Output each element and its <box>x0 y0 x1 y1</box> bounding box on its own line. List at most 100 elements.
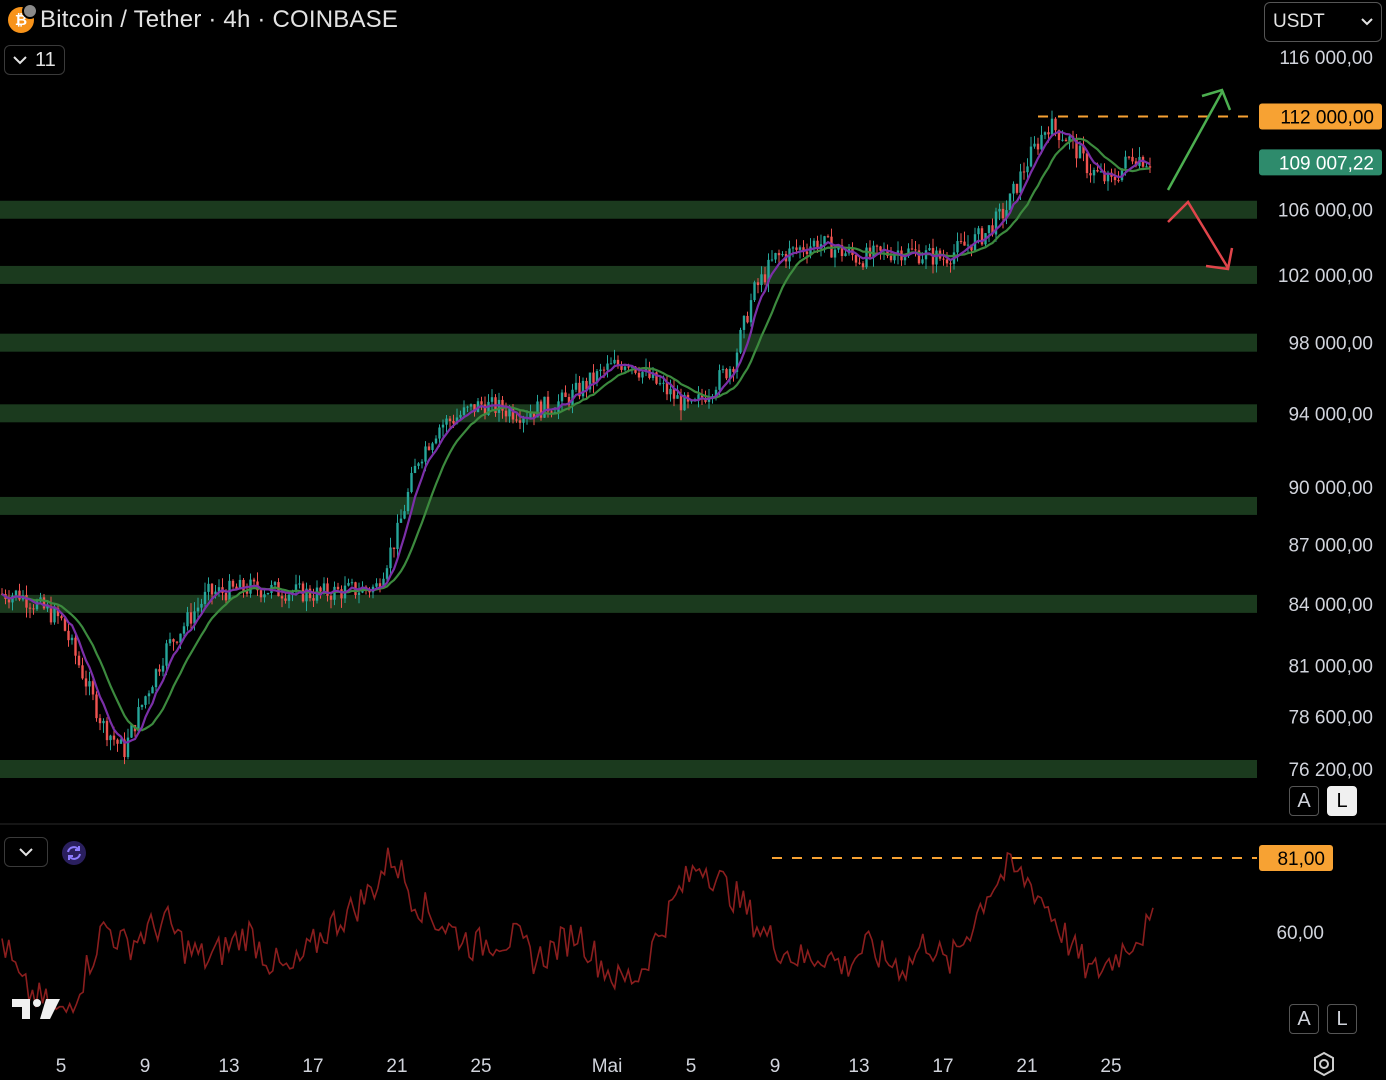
support-zone-3 <box>0 404 1257 423</box>
candle-body <box>340 589 343 599</box>
candle-body <box>1047 132 1050 135</box>
candle-body <box>956 241 959 253</box>
last-price-tag-text: 109 007,22 <box>1279 153 1374 174</box>
candle-body <box>795 247 798 250</box>
time-tick-label: 5 <box>686 1056 697 1077</box>
candle-body <box>522 418 525 423</box>
candle-body <box>88 681 91 687</box>
candle-body <box>581 380 585 397</box>
candle-body <box>116 739 119 744</box>
candle-body <box>627 366 630 368</box>
candle-body <box>921 259 924 264</box>
candle-body <box>441 424 445 428</box>
candle-body <box>875 245 879 247</box>
auto-scale-button[interactable]: A <box>1289 786 1319 816</box>
candle-body <box>1012 183 1015 194</box>
candle-body <box>431 443 434 450</box>
rsi-pane-toggle[interactable] <box>4 837 48 867</box>
candle-body <box>67 630 70 641</box>
time-tick-label: 5 <box>56 1056 67 1077</box>
candle-body <box>438 427 441 439</box>
candle-body <box>529 413 532 418</box>
rsi-log-scale-button[interactable]: L <box>1327 1004 1357 1034</box>
candle-body <box>1001 208 1005 219</box>
candle-body <box>28 607 32 609</box>
candle-body <box>599 369 602 372</box>
candle-body <box>805 251 809 255</box>
rsi-auto-scale-button[interactable]: A <box>1289 1004 1319 1034</box>
candle-body <box>763 274 767 283</box>
sync-icon[interactable] <box>60 839 88 867</box>
log-scale-button[interactable]: L <box>1327 786 1357 816</box>
candle-body <box>389 547 392 569</box>
candle-body <box>161 665 165 672</box>
candle-body <box>175 641 179 643</box>
candle-body <box>385 568 389 579</box>
candle-body <box>224 592 228 601</box>
candle-body <box>336 586 340 590</box>
candle-body <box>812 240 816 247</box>
candle-body <box>672 388 676 399</box>
candle-body <box>14 590 18 596</box>
candle-body <box>280 596 284 599</box>
support-zones <box>0 200 1257 778</box>
candle-body <box>459 414 462 418</box>
candle-body <box>1050 118 1054 135</box>
candle-body <box>242 579 245 592</box>
candle-body <box>669 388 672 395</box>
candle-body <box>172 639 175 642</box>
candle-body <box>480 401 483 405</box>
candle-body <box>200 603 203 608</box>
arrow-up-head <box>1201 88 1232 111</box>
candle-body <box>623 366 627 370</box>
candle-body <box>137 707 140 732</box>
candle-body <box>1033 143 1036 147</box>
candle-body <box>165 643 168 666</box>
candle-body <box>60 616 63 619</box>
time-tick-label: 21 <box>386 1056 407 1077</box>
candle-body <box>844 253 847 257</box>
candle-body <box>760 274 763 286</box>
candle-body <box>774 253 777 260</box>
candle-body <box>448 418 452 421</box>
candle-body <box>158 669 161 672</box>
candle-body <box>417 463 420 466</box>
candle-body <box>1029 146 1033 167</box>
candle-body <box>998 208 1001 212</box>
candle-body <box>140 704 144 708</box>
time-tick-label: 13 <box>848 1056 869 1077</box>
candle-body <box>252 579 256 582</box>
candle-body <box>126 737 130 758</box>
candle-body <box>602 369 606 371</box>
ma-fast-line <box>1 130 1151 744</box>
time-tick-label: 17 <box>302 1056 323 1077</box>
candle-body <box>1117 180 1120 182</box>
price-chart[interactable]: 116 000,00 106 000,00 102 000,00 98 000,00 9… <box>0 0 1386 1080</box>
candle-body <box>1092 169 1096 176</box>
rsi-line <box>1 847 1154 1015</box>
candle-body <box>207 583 210 592</box>
time-tick-label: 21 <box>1016 1056 1037 1077</box>
candle-body <box>833 249 837 258</box>
chevron-down-icon <box>19 848 33 857</box>
candle-body <box>564 392 567 397</box>
gear-icon[interactable] <box>1310 1050 1338 1078</box>
time-tick-label: 17 <box>932 1056 953 1077</box>
candle-body <box>182 626 186 634</box>
time-tick-label: 9 <box>770 1056 781 1077</box>
candle-body <box>658 383 662 385</box>
candle-body <box>319 587 322 592</box>
candle-body <box>287 594 291 601</box>
candle-body <box>826 236 830 238</box>
candle-body <box>987 225 991 234</box>
candle-body <box>718 370 721 390</box>
candle-body <box>434 438 438 444</box>
candle-body <box>613 359 616 364</box>
candle-body <box>1064 139 1068 142</box>
candle-body <box>1061 139 1064 141</box>
price-tick-label: 78 600,00 <box>1288 707 1373 728</box>
candle-body <box>1040 134 1043 150</box>
candle-body <box>749 300 753 323</box>
candle-body <box>95 694 98 719</box>
candle-body <box>210 583 214 595</box>
